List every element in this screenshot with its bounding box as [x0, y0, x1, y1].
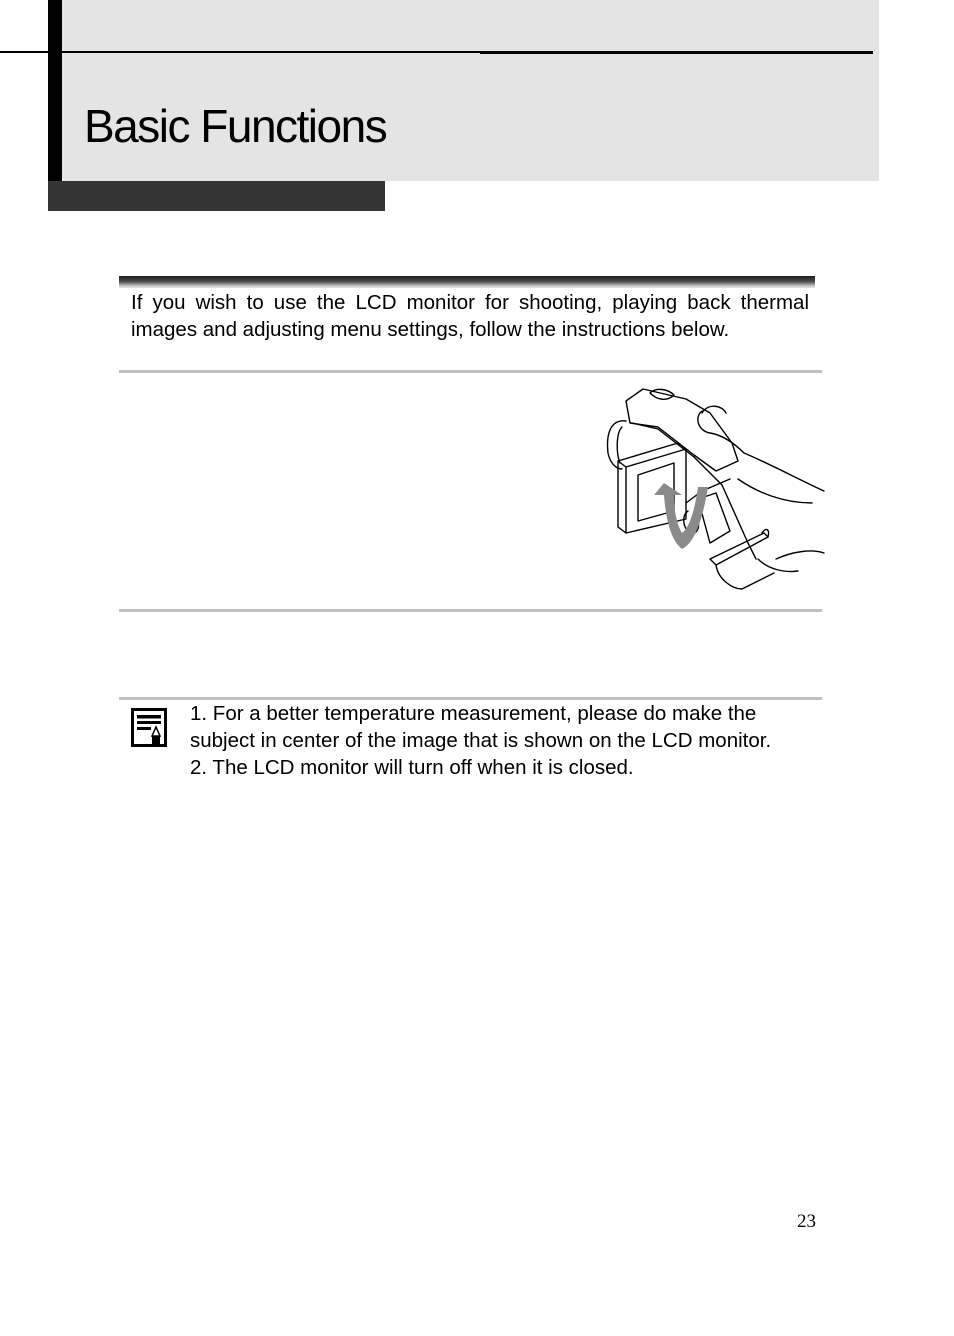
page-title: Basic Functions	[84, 100, 388, 152]
divider	[119, 609, 822, 612]
header-accent-bar	[48, 0, 62, 181]
note-text: 1. For a better temperature measurement,…	[190, 700, 812, 781]
note-pencil-icon	[131, 708, 167, 747]
divider	[119, 370, 822, 373]
curved-arrow-icon	[654, 483, 708, 549]
note-item: 1. For a better temperature measurement,…	[190, 702, 772, 752]
intro-top-bar	[119, 276, 815, 288]
header-bottom-band	[48, 181, 385, 211]
page-number: 23	[797, 1211, 816, 1232]
header-rule-thick	[480, 51, 873, 54]
camera-body-outline	[625, 388, 739, 472]
intro-text: If you wish to use the LCD monitor for s…	[131, 291, 809, 341]
lcd-flip-illustration	[606, 388, 825, 590]
note-item: 2. The LCD monitor will turn off when it…	[190, 756, 634, 779]
